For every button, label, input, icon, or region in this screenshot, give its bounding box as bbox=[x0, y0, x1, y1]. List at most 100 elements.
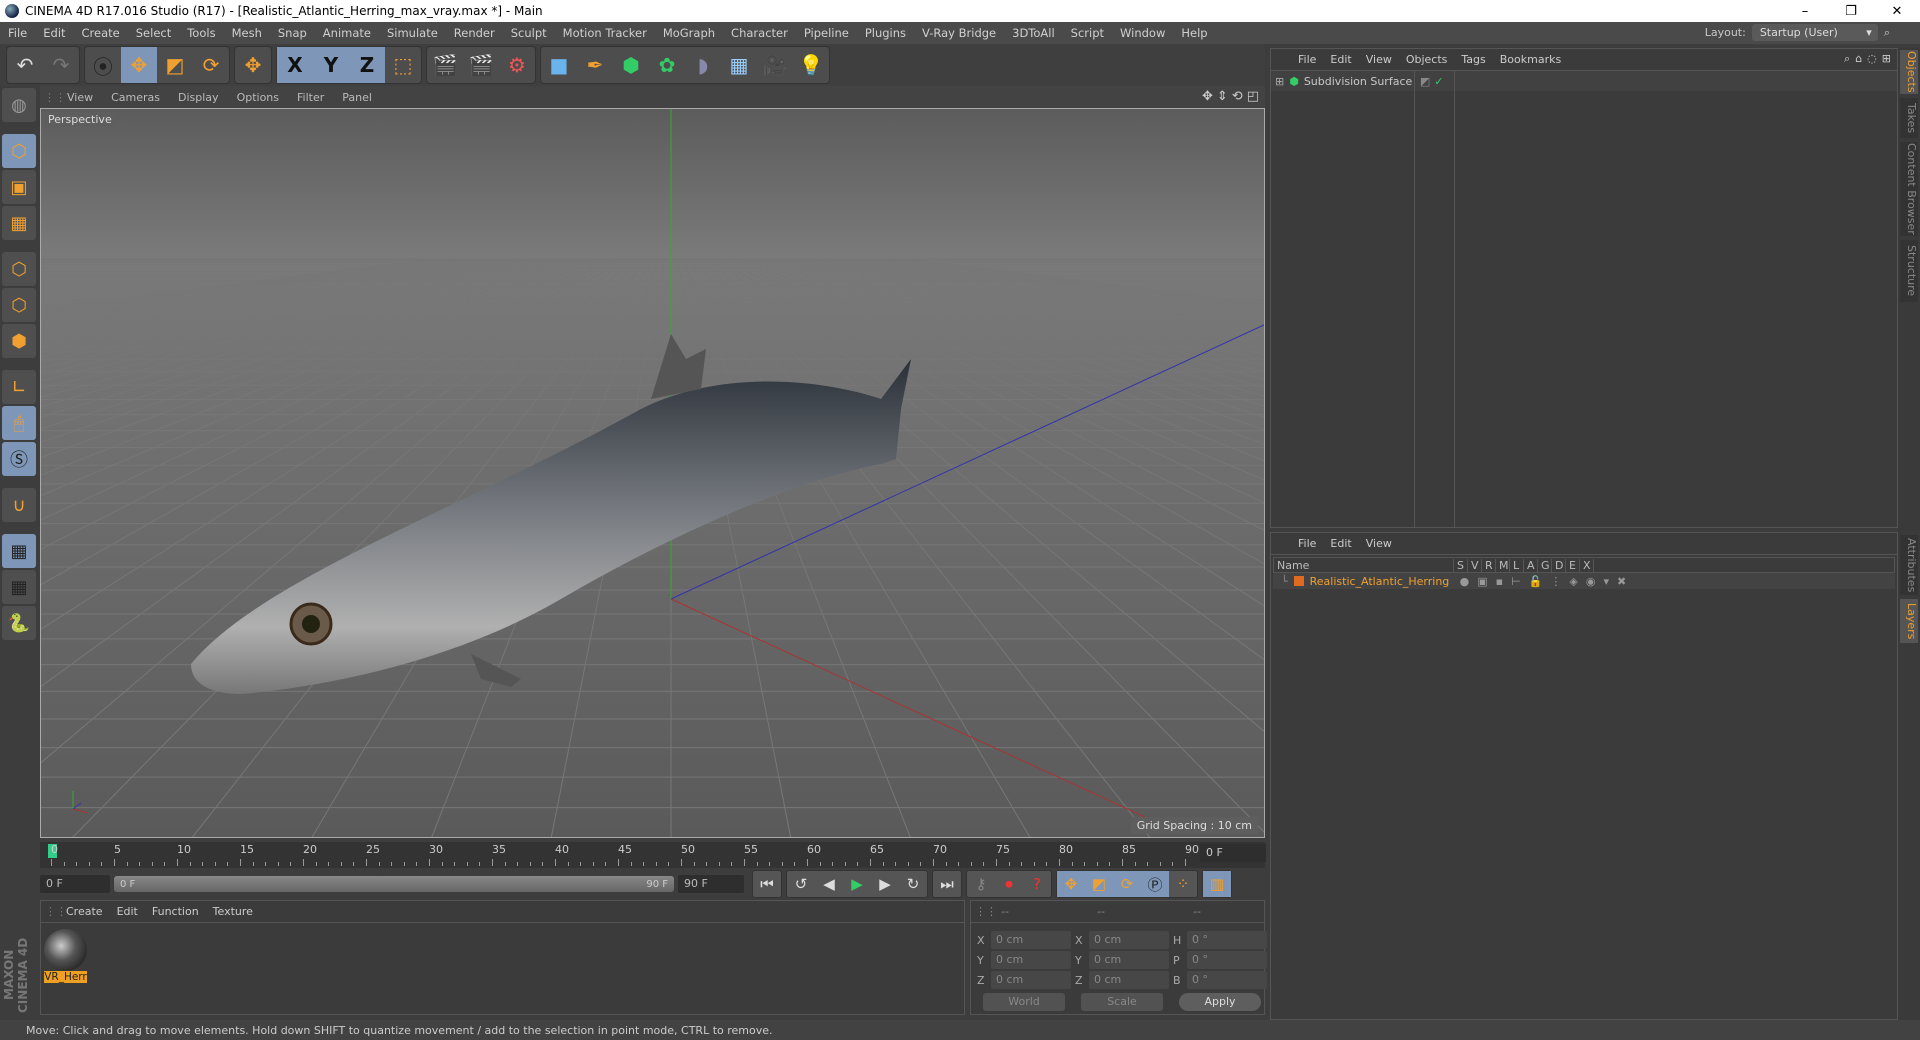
menu-3dtoall[interactable]: 3DToAll bbox=[1004, 26, 1063, 40]
previous-frame-button[interactable]: ◀ bbox=[815, 871, 843, 897]
locked-toggle-icon[interactable]: 🔓 bbox=[1529, 575, 1543, 588]
edges-mode-button[interactable]: ⬡ bbox=[2, 288, 36, 322]
size-y-field[interactable]: 0 cm bbox=[1089, 951, 1169, 969]
animation-toggle-icon[interactable]: ⋮ bbox=[1550, 575, 1561, 588]
material-menu-edit[interactable]: Edit bbox=[110, 905, 145, 918]
texture-mode-button[interactable]: ▣ bbox=[2, 170, 36, 204]
go-to-start-button[interactable]: ⏮ bbox=[753, 871, 781, 897]
deformers-toggle-icon[interactable]: ◉ bbox=[1586, 575, 1596, 588]
tab-content-browser[interactable]: Content Browser bbox=[1900, 142, 1918, 236]
viewport-menu-panel[interactable]: Panel bbox=[333, 91, 381, 104]
pos-y-field[interactable]: 0 cm bbox=[991, 951, 1071, 969]
key-point-level-button[interactable]: ⁘ bbox=[1169, 871, 1197, 897]
viewport-menu-options[interactable]: Options bbox=[228, 91, 288, 104]
object-name[interactable]: Subdivision Surface bbox=[1304, 75, 1414, 88]
render-view-button[interactable]: 🎬 bbox=[427, 47, 463, 83]
layer-menu-edit[interactable]: Edit bbox=[1323, 537, 1358, 550]
material-menu-function[interactable]: Function bbox=[145, 905, 206, 918]
pan-icon[interactable]: ✥ bbox=[1202, 89, 1213, 104]
pos-z-field[interactable]: 0 cm bbox=[991, 971, 1071, 989]
menu-script[interactable]: Script bbox=[1063, 26, 1112, 40]
locked-workplane-button[interactable]: ▦ bbox=[2, 534, 36, 568]
tweak-mode-button[interactable]: 🖱 bbox=[2, 406, 36, 440]
model-mode-button[interactable]: ⬡ bbox=[2, 134, 36, 168]
tab-takes[interactable]: Takes bbox=[1900, 98, 1918, 138]
tab-objects[interactable]: Objects bbox=[1900, 50, 1918, 94]
rotate-tool-button[interactable]: ⟳ bbox=[193, 47, 229, 83]
next-key-button[interactable]: ↻ bbox=[899, 871, 927, 897]
manager-toggle-icon[interactable]: ⊢ bbox=[1511, 575, 1521, 588]
column-header-l[interactable]: L bbox=[1510, 558, 1524, 572]
menu-v-ray-bridge[interactable]: V-Ray Bridge bbox=[914, 26, 1004, 40]
column-header-g[interactable]: G bbox=[1538, 558, 1552, 572]
layer-color-swatch[interactable] bbox=[1293, 576, 1304, 586]
search-icon[interactable]: ⌕ bbox=[1884, 26, 1890, 40]
menu-mograph[interactable]: MoGraph bbox=[655, 26, 723, 40]
camera-button[interactable]: 🎥 bbox=[757, 47, 793, 83]
render-to-picture-viewer-button[interactable]: 🎬 bbox=[463, 47, 499, 83]
apply-button[interactable]: Apply bbox=[1179, 993, 1261, 1011]
timeline-window-button[interactable]: ▥ bbox=[1203, 871, 1231, 897]
column-header-m[interactable]: M bbox=[1496, 558, 1510, 572]
expand-icon[interactable]: ⊞ bbox=[1275, 75, 1284, 88]
menu-select[interactable]: Select bbox=[128, 26, 179, 40]
make-editable-button[interactable]: ◍ bbox=[2, 88, 36, 122]
menu-animate[interactable]: Animate bbox=[315, 26, 379, 40]
autokey-button[interactable]: ⏺ bbox=[995, 871, 1023, 897]
maximize-button[interactable]: ❐ bbox=[1828, 0, 1874, 22]
object-menu-file[interactable]: File bbox=[1291, 53, 1323, 66]
key-rotation-button[interactable]: ⟳ bbox=[1113, 871, 1141, 897]
object-menu-edit[interactable]: Edit bbox=[1323, 53, 1358, 66]
layer-menu-view[interactable]: View bbox=[1359, 537, 1399, 550]
column-header-e[interactable]: E bbox=[1566, 558, 1580, 572]
menu-edit[interactable]: Edit bbox=[35, 26, 73, 40]
menu-simulate[interactable]: Simulate bbox=[379, 26, 446, 40]
render-settings-button[interactable]: ⚙ bbox=[499, 47, 535, 83]
frame-range-slider[interactable]: 0 F 90 F bbox=[114, 876, 674, 892]
cube-button[interactable]: ■ bbox=[541, 47, 577, 83]
render-toggle-icon[interactable]: ▪ bbox=[1496, 575, 1503, 588]
column-header-s[interactable]: S bbox=[1454, 558, 1468, 572]
menu-window[interactable]: Window bbox=[1112, 26, 1173, 40]
object-menu-tags[interactable]: Tags bbox=[1454, 53, 1492, 66]
snapping-button[interactable]: ∪ bbox=[2, 488, 36, 522]
close-button[interactable]: ✕ bbox=[1874, 0, 1920, 22]
new-window-icon[interactable]: ⊞ bbox=[1882, 52, 1891, 66]
orbit-icon[interactable]: ⟲ bbox=[1232, 89, 1243, 104]
rot-h-field[interactable]: 0 ° bbox=[1187, 931, 1267, 949]
floor-button[interactable]: ▦ bbox=[721, 47, 757, 83]
record-active-button[interactable]: ⚷ bbox=[967, 871, 995, 897]
object-menu-objects[interactable]: Objects bbox=[1399, 53, 1455, 66]
play-button[interactable]: ▶ bbox=[843, 871, 871, 897]
menu-tools[interactable]: Tools bbox=[179, 26, 223, 40]
material-menu-create[interactable]: Create bbox=[59, 905, 110, 918]
menu-render[interactable]: Render bbox=[446, 26, 503, 40]
menu-mesh[interactable]: Mesh bbox=[224, 26, 270, 40]
tab-structure[interactable]: Structure bbox=[1900, 240, 1918, 302]
polygons-mode-button[interactable]: ⬢ bbox=[2, 324, 36, 358]
menu-help[interactable]: Help bbox=[1173, 26, 1215, 40]
menu-plugins[interactable]: Plugins bbox=[857, 26, 914, 40]
axis-mode-button[interactable]: ∟ bbox=[2, 370, 36, 404]
size-z-field[interactable]: 0 cm bbox=[1089, 971, 1169, 989]
viewport-menu-cameras[interactable]: Cameras bbox=[102, 91, 169, 104]
eye-icon[interactable]: ◌ bbox=[1867, 52, 1877, 66]
subdivision-surface-button[interactable]: ⬢ bbox=[613, 47, 649, 83]
keyframe-selection-button[interactable]: ? bbox=[1023, 871, 1051, 897]
undo-button[interactable]: ↶ bbox=[7, 47, 43, 83]
object-menu-bookmarks[interactable]: Bookmarks bbox=[1493, 53, 1568, 66]
array-button[interactable]: ✿ bbox=[649, 47, 685, 83]
column-header-a[interactable]: A bbox=[1524, 558, 1538, 572]
column-header-name[interactable]: Name bbox=[1274, 558, 1454, 572]
column-header-x[interactable]: X bbox=[1580, 558, 1594, 572]
key-scale-button[interactable]: ◩ bbox=[1085, 871, 1113, 897]
deformer-button[interactable]: ◗ bbox=[685, 47, 721, 83]
world-coordinate-button[interactable]: ⬚ bbox=[385, 47, 421, 83]
maximize-view-icon[interactable]: ◰ bbox=[1247, 89, 1259, 104]
key-parameter-button[interactable]: Ⓟ bbox=[1141, 871, 1169, 897]
expressions-toggle-icon[interactable]: ▾ bbox=[1603, 575, 1609, 588]
redo-button[interactable]: ↷ bbox=[43, 47, 79, 83]
points-mode-button[interactable]: ⬡ bbox=[2, 252, 36, 286]
coordinate-space-dropdown[interactable]: World bbox=[983, 993, 1065, 1011]
transform-mode-dropdown[interactable]: Scale bbox=[1081, 993, 1163, 1011]
